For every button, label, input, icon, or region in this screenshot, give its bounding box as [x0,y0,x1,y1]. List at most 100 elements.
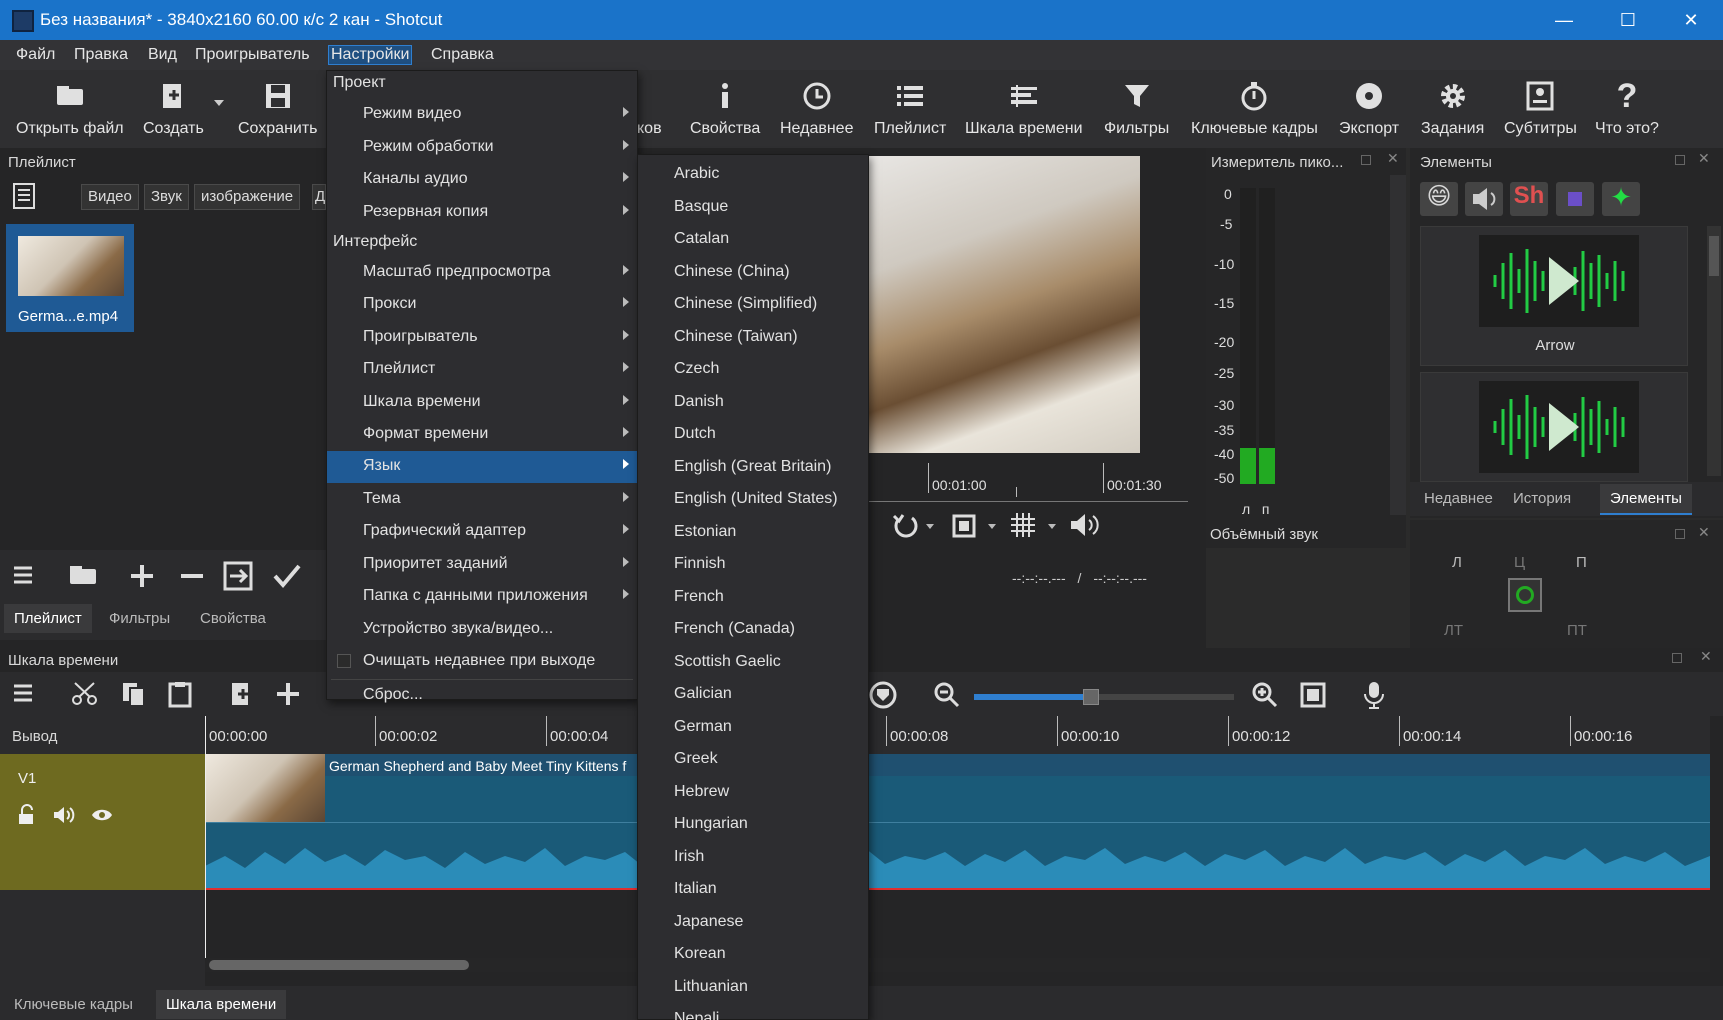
language-item[interactable]: Dutch [638,419,868,451]
subtitles-button[interactable]: Субтитры [1504,76,1577,138]
menu-item-audio-video-device[interactable]: Устройство звука/видео... [327,614,637,646]
element-card-2[interactable] [1420,372,1688,482]
float-icon[interactable] [1672,653,1682,663]
tab-playlist[interactable]: Плейлист [4,604,92,633]
add-track-icon[interactable] [274,680,302,712]
check-icon[interactable] [272,562,302,594]
update-icon[interactable] [222,560,254,596]
float-icon[interactable] [1675,155,1685,165]
ripple-marker-icon[interactable] [868,680,898,714]
eye-icon[interactable] [90,806,114,828]
tab-history[interactable]: История [1503,484,1581,513]
menu-item-processing-mode[interactable]: Режим обработки [327,132,637,164]
playlist-view-icon[interactable] [10,182,40,210]
menu-item-player[interactable]: Проигрыватель [327,322,637,354]
close-icon[interactable]: ✕ [1698,524,1710,541]
tab-filters[interactable]: Фильтры [99,604,180,633]
filters-button[interactable]: Фильтры [1104,76,1169,138]
language-item[interactable]: Czech [638,354,868,386]
language-item[interactable]: Basque [638,192,868,224]
properties-button[interactable]: Свойства [690,76,760,138]
remove-icon[interactable] [178,562,206,594]
minimize-button[interactable]: — [1532,0,1596,40]
language-item[interactable]: Chinese (Taiwan) [638,322,868,354]
copy-icon[interactable] [120,680,148,712]
language-item[interactable]: Japanese [638,907,868,939]
language-item[interactable]: French [638,582,868,614]
playlist-menu-icon[interactable] [12,562,38,594]
v1-track-header[interactable]: V1 [0,754,205,890]
timeline-scrollbar[interactable] [205,958,1710,972]
zoom-in-icon[interactable] [1250,680,1282,714]
tab-timeline[interactable]: Шкала времени [156,990,287,1019]
language-item[interactable]: Danish [638,387,868,419]
playlist-button[interactable]: Плейлист [874,76,946,138]
append-icon[interactable] [226,680,256,712]
hidden-toolbar-button[interactable]: ков [637,76,662,138]
keyframes-button[interactable]: Ключевые кадры [1191,76,1318,138]
zoom-out-icon[interactable] [932,680,964,714]
microphone-icon[interactable] [1362,680,1386,714]
menu-item-playlist[interactable]: Плейлист [327,354,637,386]
menu-player[interactable]: Проигрыватель [195,46,310,64]
language-item[interactable]: Chinese (China) [638,257,868,289]
timeline-menu-icon[interactable] [12,680,40,712]
create-button[interactable]: Создать [143,76,204,138]
add-icon[interactable] [128,562,156,594]
menu-item-reset[interactable]: Сброс... [327,682,637,710]
language-item[interactable]: English (Great Britain) [638,452,868,484]
maximize-button[interactable]: ☐ [1596,0,1660,40]
elements-scrollbar[interactable] [1707,226,1721,476]
timeline-button[interactable]: Шкала времени [965,76,1083,138]
loop-icon[interactable] [890,510,920,544]
cut-icon[interactable] [70,680,100,712]
language-item[interactable]: French (Canada) [638,614,868,646]
menu-view[interactable]: Вид [148,46,177,64]
whats-this-button[interactable]: ? Что это? [1595,76,1659,138]
filter-audio-chip[interactable]: Звук [144,184,189,210]
language-item[interactable]: German [638,712,868,744]
menu-item-time-format[interactable]: Формат времени [327,419,637,451]
language-item[interactable]: Galician [638,679,868,711]
language-item[interactable]: Scottish Gaelic [638,647,868,679]
language-item[interactable]: Catalan [638,224,868,256]
language-item[interactable]: Hungarian [638,809,868,841]
language-item[interactable]: Irish [638,842,868,874]
close-button[interactable]: ✕ [1659,0,1723,40]
language-item[interactable]: Finnish [638,549,868,581]
language-item[interactable]: Korean [638,939,868,971]
create-dropdown-icon[interactable] [214,100,224,106]
element-card-arrow[interactable]: Arrow [1420,226,1688,366]
language-item[interactable]: Hebrew [638,777,868,809]
meter-scrollbar[interactable] [1390,175,1406,515]
menu-item-proxy[interactable]: Прокси [327,289,637,321]
language-item[interactable]: Chinese (Simplified) [638,289,868,321]
float-icon[interactable] [1361,155,1371,165]
emoji-element-icon[interactable]: 😄 [1420,182,1458,216]
menu-item-audio-channels[interactable]: Каналы аудио [327,164,637,196]
filter-video-chip[interactable]: Видео [81,184,139,210]
loop-dropdown-icon[interactable] [926,524,934,529]
menu-item-job-priority[interactable]: Приоритет заданий [327,549,637,581]
language-item[interactable]: Lithuanian [638,972,868,1004]
open-file-button[interactable]: Открыть файл [16,76,124,138]
float-icon[interactable] [1675,529,1685,539]
menu-item-video-mode[interactable]: Режим видео [327,99,637,131]
mute-icon[interactable] [52,804,76,830]
filter-other-chip[interactable]: Д [312,184,326,210]
menu-item-graphics-adapter[interactable]: Графический адаптер [327,516,637,548]
sparkle-element-icon[interactable]: ✦ [1602,182,1640,216]
menu-file[interactable]: Файл [16,46,55,64]
menu-item-timeline[interactable]: Шкала времени [327,387,637,419]
tab-elements[interactable]: Элементы [1600,484,1692,515]
open-folder-icon[interactable] [68,562,98,592]
save-button[interactable]: Сохранить [238,76,318,138]
menu-help[interactable]: Справка [431,46,494,64]
zoom-fit-icon[interactable] [950,512,978,544]
zoom-fit-timeline-icon[interactable] [1298,680,1328,714]
zoom-dropdown-icon[interactable] [988,524,996,529]
zoom-slider[interactable] [974,689,1234,705]
playhead[interactable] [205,716,206,968]
player-ruler[interactable]: 00:01:00 00:01:30 [868,463,1188,503]
language-item[interactable]: Italian [638,874,868,906]
